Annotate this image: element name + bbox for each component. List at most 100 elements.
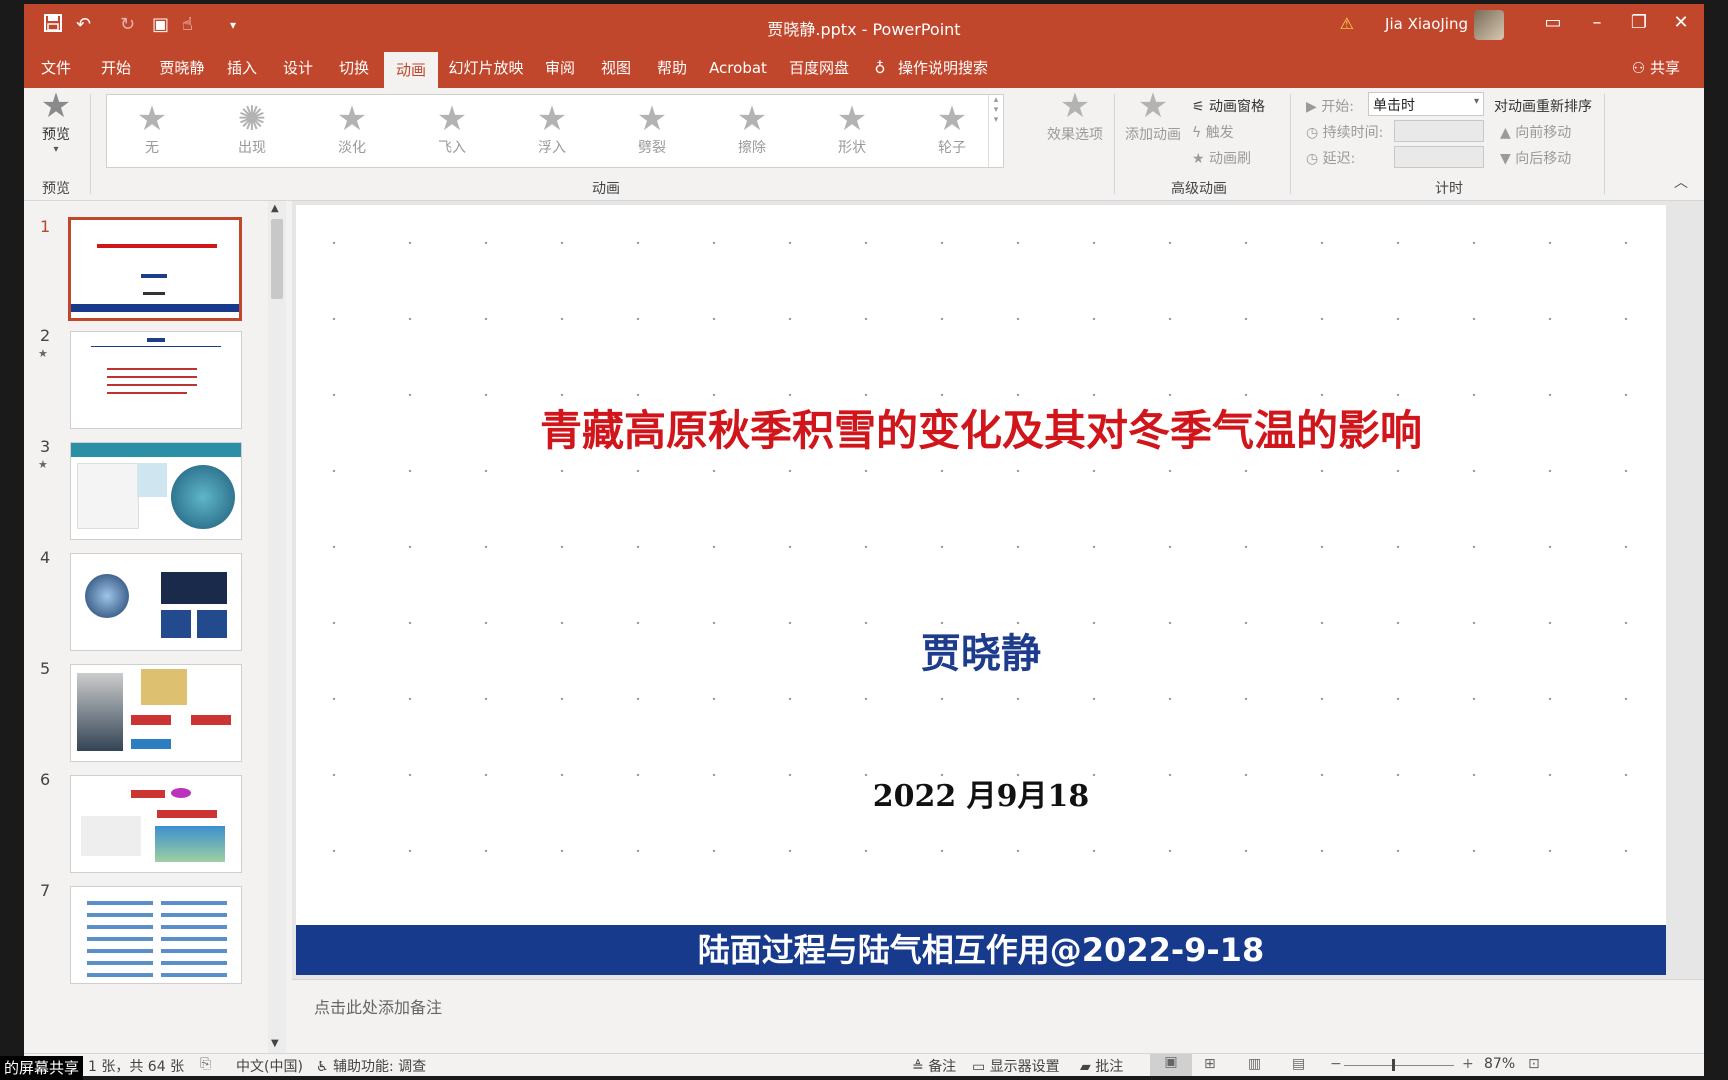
share-label: 共享 bbox=[1649, 59, 1680, 77]
warning-icon[interactable]: ⚠ bbox=[1340, 14, 1354, 33]
duration-label-text: 持续时间: bbox=[1322, 125, 1384, 141]
scroll-up-icon[interactable]: ▲ bbox=[271, 203, 279, 214]
thumb-number: 3 bbox=[40, 437, 51, 456]
scroll-down-icon[interactable]: ▼ bbox=[271, 1038, 279, 1049]
slide-date[interactable]: 2022 月9月18 bbox=[361, 771, 1601, 815]
delay-label: ◷ 延迟: bbox=[1306, 148, 1355, 168]
slide-thumbnail-3[interactable] bbox=[70, 442, 242, 540]
divider bbox=[1290, 94, 1291, 194]
anim-float-label: 浮入 bbox=[538, 140, 566, 156]
tell-me-search[interactable]: 操作说明搜索 bbox=[898, 48, 988, 88]
star-icon: ★ bbox=[736, 99, 768, 139]
tab-view[interactable]: 视图 bbox=[594, 48, 638, 88]
notes-pane[interactable]: 点击此处添加备注 bbox=[292, 979, 1704, 1030]
trigger-button[interactable]: ϟ 触发 bbox=[1192, 122, 1234, 142]
star-icon: ★ bbox=[336, 99, 368, 139]
fit-slide-icon[interactable]: ⊡ bbox=[1528, 1056, 1540, 1072]
ribbon-display-icon[interactable]: ▭ bbox=[1538, 12, 1568, 33]
slide-thumbnail-2[interactable] bbox=[70, 331, 242, 429]
start-select[interactable]: 单击时 ▾ bbox=[1368, 92, 1484, 116]
add-animation-button[interactable]: ★ 添加动画 bbox=[1120, 88, 1186, 144]
effect-options-button[interactable]: ★ 效果选项 bbox=[1040, 88, 1110, 144]
comments-label: 批注 bbox=[1095, 1059, 1124, 1075]
scroll-thumb[interactable] bbox=[271, 219, 283, 299]
display-settings-button[interactable]: ▭ 显示器设置 bbox=[972, 1056, 1060, 1076]
tab-insert[interactable]: 插入 bbox=[220, 48, 264, 88]
animation-painter-button[interactable]: ★ 动画刷 bbox=[1192, 148, 1251, 168]
collapse-ribbon-icon[interactable]: ︿ bbox=[1674, 172, 1688, 192]
slideshow-view-icon[interactable]: ▤ bbox=[1292, 1056, 1305, 1072]
restore-icon[interactable]: ❐ bbox=[1624, 12, 1654, 33]
minimize-icon[interactable]: – bbox=[1582, 12, 1612, 33]
animation-pane-button[interactable]: ⚟ 动画窗格 bbox=[1192, 96, 1265, 116]
close-icon[interactable]: ✕ bbox=[1666, 12, 1696, 33]
tab-file[interactable]: 文件 bbox=[34, 48, 78, 88]
gallery-scroll[interactable]: ▴ ▾ ▾ bbox=[988, 95, 1003, 167]
tab-transitions[interactable]: 切换 bbox=[332, 48, 376, 88]
slide-thumbnail-6[interactable] bbox=[70, 775, 242, 873]
status-bar: 1 张，共 64 张 ⎘ 中文(中国) ♿ 辅助功能: 调查 ≜ 备注 ▭ 显示… bbox=[24, 1053, 1704, 1076]
slide-thumbnails-panel: 1 2 ★ 3 ★ 4 5 6 7 ▲ ▼ bbox=[24, 201, 292, 1053]
move-earlier-label: 向前移动 bbox=[1515, 125, 1572, 141]
slide-footer-banner[interactable]: 陆面过程与陆气相互作用@2022-9-18 bbox=[296, 925, 1666, 975]
anim-shape[interactable]: ★ 形状 bbox=[817, 101, 887, 157]
anim-wheel[interactable]: ★ 轮子 bbox=[917, 101, 987, 157]
slide-author[interactable]: 贾晓静 bbox=[361, 621, 1601, 679]
zoom-in-icon[interactable]: + bbox=[1462, 1056, 1474, 1072]
anim-fade[interactable]: ★ 淡化 bbox=[317, 101, 387, 157]
tab-help[interactable]: 帮助 bbox=[650, 48, 694, 88]
anim-appear[interactable]: ✺ 出现 bbox=[217, 101, 287, 157]
slide-sorter-icon[interactable]: ⊞ bbox=[1204, 1056, 1216, 1072]
anim-fly-in[interactable]: ★ 飞入 bbox=[417, 101, 487, 157]
tab-slideshow[interactable]: 幻灯片放映 bbox=[448, 48, 524, 88]
thumbnails-scrollbar[interactable]: ▲ ▼ bbox=[268, 201, 286, 1053]
thumb-number: 2 bbox=[40, 326, 51, 345]
delay-label-text: 延迟: bbox=[1322, 151, 1356, 167]
tab-review[interactable]: 审阅 bbox=[538, 48, 582, 88]
anim-none-label: 无 bbox=[145, 140, 159, 156]
zoom-slider-thumb[interactable] bbox=[1391, 1059, 1395, 1071]
share-button[interactable]: ⚇ 共享 bbox=[1632, 48, 1680, 88]
move-earlier-button[interactable]: ▲ 向前移动 bbox=[1500, 122, 1571, 142]
slide-thumbnail-5[interactable] bbox=[70, 664, 242, 762]
avatar[interactable] bbox=[1474, 10, 1504, 40]
anim-float-in[interactable]: ★ 浮入 bbox=[517, 101, 587, 157]
notes-button[interactable]: ≜ 备注 bbox=[912, 1056, 956, 1076]
slide-thumbnail-1[interactable] bbox=[68, 217, 242, 321]
tab-animations[interactable]: 动画 bbox=[384, 52, 438, 88]
delay-input[interactable] bbox=[1394, 146, 1484, 168]
spellcheck-icon[interactable]: ⎘ bbox=[200, 1056, 211, 1072]
tab-custom[interactable]: 贾晓静 bbox=[154, 48, 210, 88]
star-icon: ★ bbox=[536, 99, 568, 139]
tab-home[interactable]: 开始 bbox=[94, 48, 138, 88]
star-burst-icon: ✺ bbox=[237, 99, 267, 139]
slide-thumbnail-4[interactable] bbox=[70, 553, 242, 651]
normal-view-icon[interactable]: ▣ bbox=[1150, 1054, 1192, 1076]
current-slide[interactable]: 青藏高原秋季积雪的变化及其对冬季气温的影响 贾晓静 2022 月9月18 陆面过… bbox=[296, 205, 1666, 975]
comments-button[interactable]: ▰ 批注 bbox=[1080, 1056, 1123, 1076]
move-later-button[interactable]: ▼ 向后移动 bbox=[1500, 148, 1571, 168]
tab-design[interactable]: 设计 bbox=[276, 48, 320, 88]
preview-button[interactable]: ★ 预览 ▾ bbox=[34, 88, 78, 155]
zoom-level[interactable]: 87% bbox=[1484, 1056, 1515, 1072]
tab-baidu[interactable]: 百度网盘 bbox=[786, 48, 852, 88]
zoom-slider[interactable] bbox=[1344, 1059, 1454, 1071]
play-icon: ▶ bbox=[1306, 99, 1322, 115]
user-name[interactable]: Jia XiaoJing bbox=[1385, 15, 1468, 33]
notes-placeholder[interactable]: 点击此处添加备注 bbox=[314, 994, 442, 1018]
anim-none[interactable]: ★ 无 bbox=[117, 101, 187, 157]
reading-view-icon[interactable]: ▥ bbox=[1248, 1056, 1261, 1072]
duration-input[interactable] bbox=[1394, 120, 1484, 142]
tab-acrobat[interactable]: Acrobat bbox=[708, 48, 768, 88]
anim-split[interactable]: ★ 劈裂 bbox=[617, 101, 687, 157]
star-icon: ★ bbox=[836, 99, 868, 139]
accessibility-button[interactable]: ♿ 辅助功能: 调查 bbox=[316, 1056, 426, 1076]
group-advanced-label: 高级动画 bbox=[1171, 181, 1227, 197]
slide-thumbnail-7[interactable] bbox=[70, 886, 242, 984]
start-label: ▶ 开始: bbox=[1306, 96, 1354, 116]
zoom-out-icon[interactable]: − bbox=[1330, 1056, 1342, 1072]
slide-title[interactable]: 青藏高原秋季积雪的变化及其对冬季气温的影响 bbox=[361, 397, 1601, 458]
language-indicator[interactable]: 中文(中国) bbox=[236, 1056, 303, 1076]
divider bbox=[1604, 94, 1605, 194]
anim-wipe[interactable]: ★ 擦除 bbox=[717, 101, 787, 157]
